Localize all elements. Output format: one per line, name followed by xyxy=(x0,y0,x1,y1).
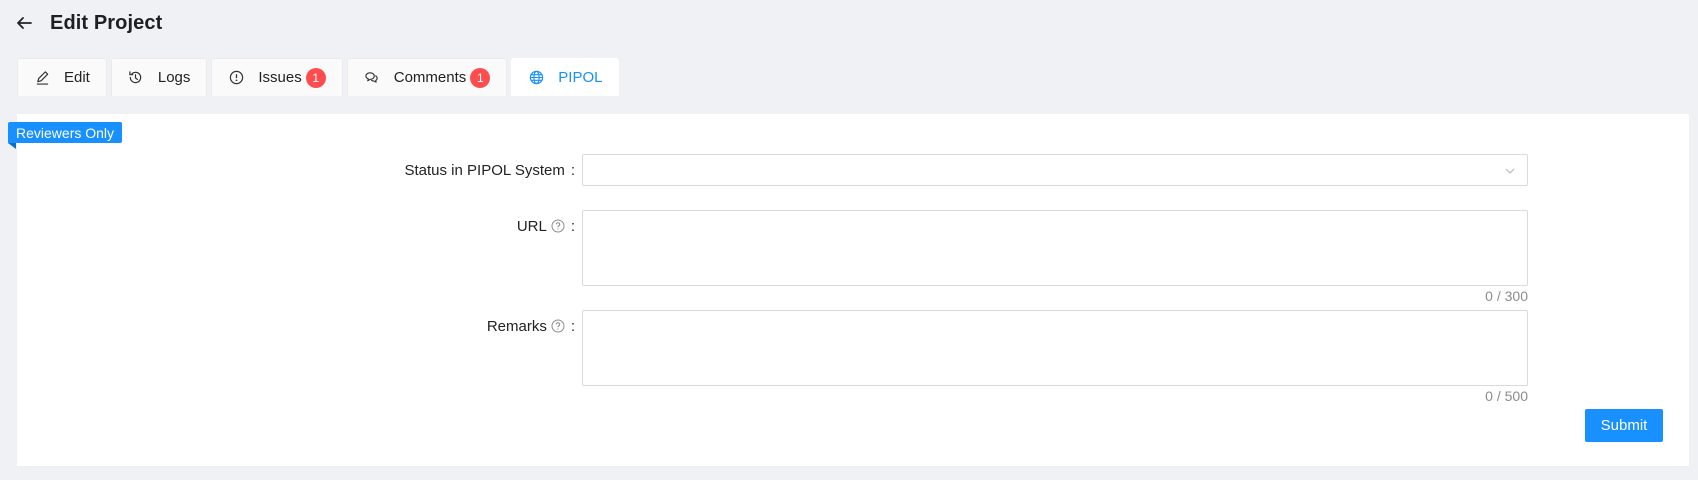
url-char-counter: 0 / 300 xyxy=(1485,288,1528,304)
reviewers-only-ribbon: Reviewers Only xyxy=(8,122,123,143)
tab-label: PIPOL xyxy=(558,69,603,86)
tab-bar: Edit Logs Issues 1 Comments 1 PIPOL xyxy=(17,58,620,96)
tab-label: Logs xyxy=(157,69,191,86)
url-label-colon: : xyxy=(570,217,575,235)
status-label-text: Status in PIPOL System xyxy=(404,161,565,179)
alert-circle-icon xyxy=(228,70,244,86)
comments-count-badge: 1 xyxy=(470,67,491,88)
submit-button[interactable]: Submit xyxy=(1585,409,1663,442)
remarks-label-text: Remarks xyxy=(486,317,547,335)
tab-label: Edit xyxy=(64,69,90,86)
remarks-label: Remarks : xyxy=(380,316,575,336)
remarks-textarea[interactable] xyxy=(582,310,1528,386)
remarks-label-colon: : xyxy=(570,317,575,335)
chevron-down-icon xyxy=(1503,164,1517,178)
remarks-char-counter: 0 / 500 xyxy=(1485,388,1528,404)
question-circle-icon[interactable] xyxy=(551,219,565,233)
status-label-colon: : xyxy=(570,161,575,179)
url-textarea[interactable] xyxy=(582,210,1528,286)
tab-label: Comments xyxy=(393,69,467,86)
status-select[interactable] xyxy=(582,154,1528,186)
tab-issues[interactable]: Issues 1 xyxy=(211,58,343,96)
back-arrow-icon[interactable] xyxy=(14,13,34,33)
url-label: URL : xyxy=(380,216,575,236)
comments-icon xyxy=(364,70,380,86)
tab-comments[interactable]: Comments 1 xyxy=(346,58,508,96)
tab-pipol[interactable]: PIPOL xyxy=(511,58,620,96)
ribbon-corner xyxy=(8,143,16,149)
url-label-text: URL xyxy=(516,217,547,235)
history-icon xyxy=(128,70,144,86)
tab-label: Issues xyxy=(258,69,302,86)
tab-logs[interactable]: Logs xyxy=(110,58,208,96)
page-title: Edit Project xyxy=(50,11,163,34)
globe-icon xyxy=(528,70,544,86)
question-circle-icon[interactable] xyxy=(551,319,565,333)
edit-icon xyxy=(34,70,50,86)
issues-count-badge: 1 xyxy=(305,67,326,88)
status-label: Status in PIPOL System : xyxy=(380,160,575,180)
page-header: Edit Project xyxy=(14,8,162,38)
tab-edit[interactable]: Edit xyxy=(17,58,107,96)
